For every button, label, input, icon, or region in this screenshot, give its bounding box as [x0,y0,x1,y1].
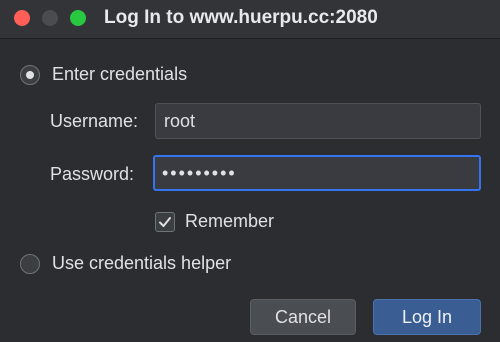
cancel-button[interactable]: Cancel [250,299,356,335]
close-window-button[interactable] [14,10,30,26]
radio-dot-icon [26,70,34,79]
enter-credentials-radio[interactable] [20,64,40,85]
credentials-helper-label: Use credentials helper [52,253,232,273]
remember-checkbox[interactable] [155,211,175,232]
username-field[interactable]: root [155,103,481,139]
enter-credentials-label: Enter credentials [52,64,188,84]
login-dialog: Log In to www.huerpu.cc:2080 Enter crede… [0,0,500,342]
remember-option[interactable]: Remember [155,211,274,232]
credentials-helper-option[interactable]: Use credentials helper [20,253,231,274]
enter-credentials-option[interactable]: Enter credentials [20,64,187,85]
credentials-helper-radio[interactable] [20,253,40,274]
remember-label: Remember [185,211,275,231]
maximize-window-button[interactable] [70,10,86,26]
log-in-button[interactable]: Log In [373,299,481,335]
checkmark-icon [159,216,171,227]
password-field[interactable]: ••••••••• [153,155,481,191]
window-title: Log In to www.huerpu.cc:2080 [104,7,378,28]
username-label: Username: [50,111,139,131]
minimize-window-button[interactable] [42,10,58,26]
password-label: Password: [50,164,135,184]
title-bar: Log In to www.huerpu.cc:2080 [0,0,500,39]
